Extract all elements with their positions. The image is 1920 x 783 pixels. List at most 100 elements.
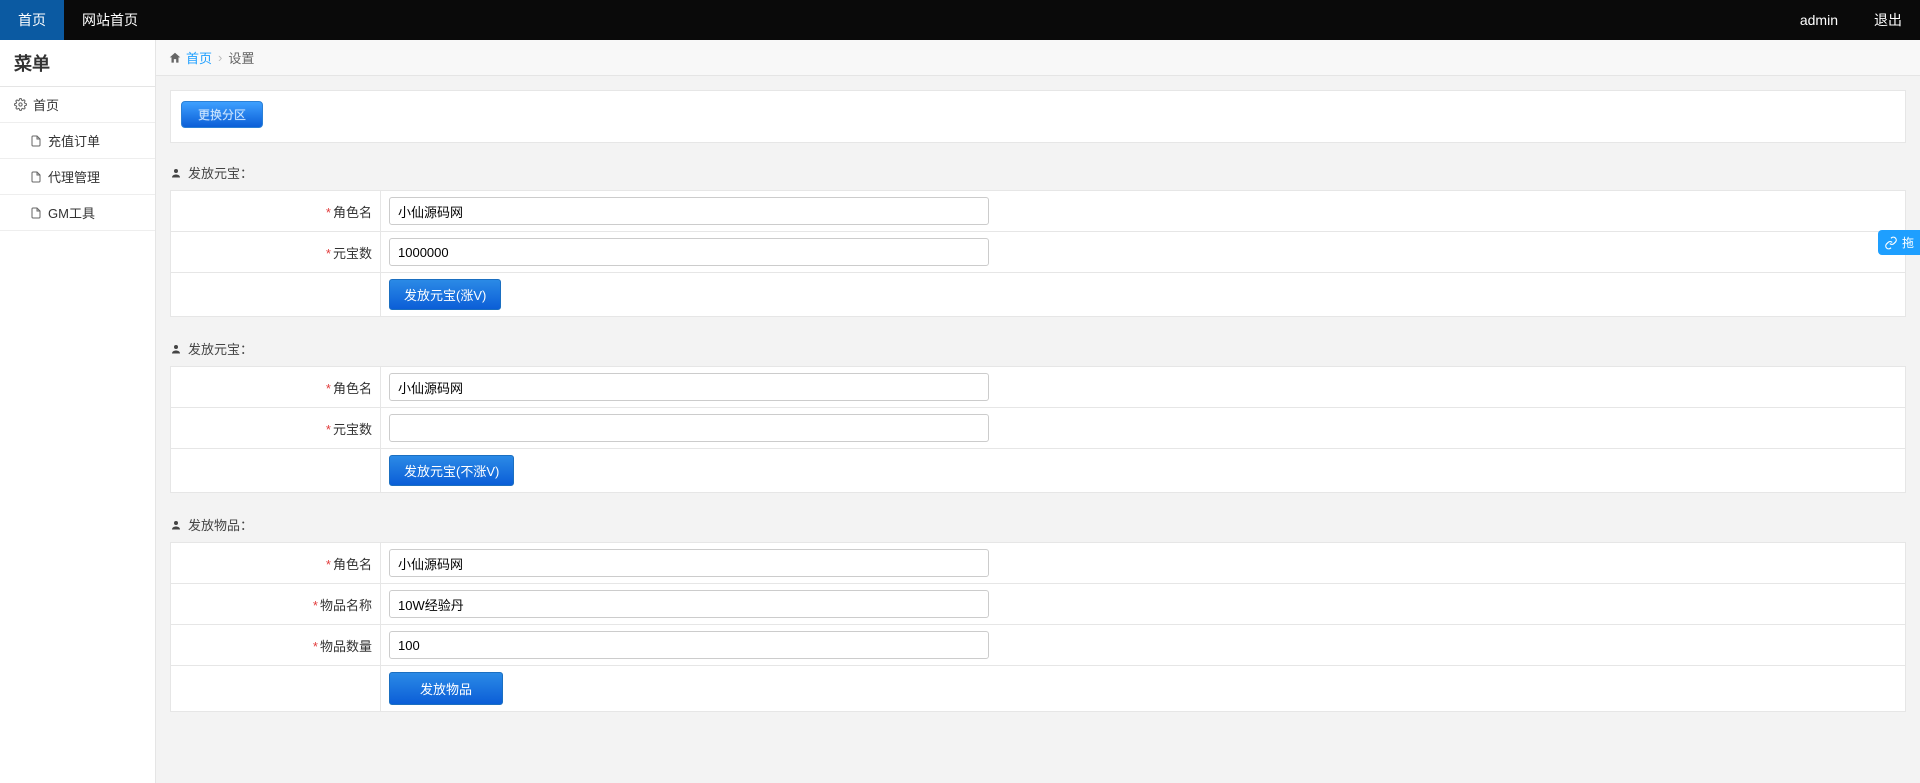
spacer-row (170, 317, 1906, 335)
section1-submit-cell: 发放元宝(涨V) (381, 273, 1906, 317)
sidebar-item-label: 首页 (33, 95, 59, 114)
content: 更换分区 发放元宝： *角色名 *元宝数 (156, 76, 1920, 726)
section2-title: 发放元宝： (188, 339, 253, 358)
table-row: 发放元宝(涨V) (171, 273, 1906, 317)
section3-itemname-label: 物品名称 (320, 598, 372, 613)
table-row: *物品数量 (171, 625, 1906, 666)
doc-icon (30, 135, 42, 147)
change-zone-button[interactable]: 更换分区 (181, 101, 263, 128)
section1-amount-label-cell: *元宝数 (171, 232, 381, 273)
doc-icon (30, 171, 42, 183)
nav-logout[interactable]: 退出 (1856, 0, 1920, 40)
section2-empty-label (171, 449, 381, 493)
section1-role-label-cell: *角色名 (171, 191, 381, 232)
section1-amount-ctl (381, 232, 1906, 273)
section3-itemcount-ctl (381, 625, 1906, 666)
nav-user-label: admin (1800, 12, 1838, 28)
required-marker: * (326, 205, 331, 220)
home-icon (168, 51, 182, 65)
table-row: *角色名 (171, 367, 1906, 408)
breadcrumb-current: 设置 (228, 48, 254, 67)
person-icon (170, 167, 182, 179)
table-row: *元宝数 (171, 232, 1906, 273)
section2-amount-label-cell: *元宝数 (171, 408, 381, 449)
section3-title: 发放物品： (188, 515, 253, 534)
section1-role-label: 角色名 (333, 205, 372, 220)
section2-amount-input[interactable] (389, 414, 989, 442)
table-row: 发放物品 (171, 666, 1906, 712)
section3-role-ctl (381, 543, 1906, 584)
section3-empty-label (171, 666, 381, 712)
table-row: *物品名称 (171, 584, 1906, 625)
sidebar-item-recharge[interactable]: 充值订单 (0, 123, 155, 159)
section3-itemname-input[interactable] (389, 590, 989, 618)
required-marker: * (326, 557, 331, 572)
section1-header: 发放元宝： (170, 163, 1906, 182)
sidebar-title: 菜单 (0, 40, 155, 87)
breadcrumb-sep: › (218, 50, 222, 65)
section2-role-label: 角色名 (333, 381, 372, 396)
spacer-row (170, 493, 1906, 511)
section3-itemcount-input[interactable] (389, 631, 989, 659)
section2-amount-ctl (381, 408, 1906, 449)
section1-empty-label (171, 273, 381, 317)
section3-submit-button[interactable]: 发放物品 (389, 672, 503, 705)
section1-title: 发放元宝： (188, 163, 253, 182)
nav-home-label: 首页 (18, 10, 46, 30)
section2-role-input[interactable] (389, 373, 989, 401)
breadcrumb-home-link[interactable]: 首页 (186, 48, 212, 67)
section3-role-label-cell: *角色名 (171, 543, 381, 584)
nav-spacer (156, 0, 1782, 40)
section3-role-input[interactable] (389, 549, 989, 577)
section3-role-label: 角色名 (333, 557, 372, 572)
section1-submit-button[interactable]: 发放元宝(涨V) (389, 279, 501, 310)
sidebar-item-gmtools[interactable]: GM工具 (0, 195, 155, 231)
person-icon (170, 519, 182, 531)
link-icon (1884, 235, 1902, 250)
layout: 菜单 首页 充值订单 代理管理 GM工具 (0, 40, 1920, 783)
gear-icon (14, 98, 27, 111)
section1-role-ctl (381, 191, 1906, 232)
section3-submit-cell: 发放物品 (381, 666, 1906, 712)
section1-amount-label: 元宝数 (333, 246, 372, 261)
sidebar-item-home[interactable]: 首页 (0, 87, 155, 123)
table-row: *角色名 (171, 543, 1906, 584)
table-row: 发放元宝(不涨V) (171, 449, 1906, 493)
sidebar-item-agent[interactable]: 代理管理 (0, 159, 155, 195)
top-nav: 首页 网站首页 admin 退出 (0, 0, 1920, 40)
section2-submit-button[interactable]: 发放元宝(不涨V) (389, 455, 514, 486)
required-marker: * (313, 639, 318, 654)
floating-label: 拖 (1902, 234, 1914, 251)
nav-user[interactable]: admin (1782, 0, 1856, 40)
section1-form: *角色名 *元宝数 发放元宝(涨V) (170, 190, 1906, 317)
person-icon (170, 343, 182, 355)
section2-submit-cell: 发放元宝(不涨V) (381, 449, 1906, 493)
section3-header: 发放物品： (170, 515, 1906, 534)
section3-itemname-label-cell: *物品名称 (171, 584, 381, 625)
section2-role-label-cell: *角色名 (171, 367, 381, 408)
section1-amount-input[interactable] (389, 238, 989, 266)
section2-amount-label: 元宝数 (333, 422, 372, 437)
section2-header: 发放元宝： (170, 339, 1906, 358)
required-marker: * (326, 422, 331, 437)
nav-logout-label: 退出 (1874, 10, 1902, 30)
nav-home[interactable]: 首页 (0, 0, 64, 40)
table-row: *角色名 (171, 191, 1906, 232)
floating-drag-tag[interactable]: 拖 (1878, 230, 1920, 255)
section3-itemcount-label: 物品数量 (320, 639, 372, 654)
content-wrap: 首页 › 设置 更换分区 发放元宝： *角色名 (156, 40, 1920, 783)
nav-site-home[interactable]: 网站首页 (64, 0, 156, 40)
section1-role-input[interactable] (389, 197, 989, 225)
section3-itemcount-label-cell: *物品数量 (171, 625, 381, 666)
required-marker: * (313, 598, 318, 613)
doc-icon (30, 207, 42, 219)
breadcrumb: 首页 › 设置 (156, 40, 1920, 76)
required-marker: * (326, 381, 331, 396)
required-marker: * (326, 246, 331, 261)
sidebar-item-label: 充值订单 (48, 131, 100, 150)
section2-form: *角色名 *元宝数 发放元宝(不涨V) (170, 366, 1906, 493)
table-row: *元宝数 (171, 408, 1906, 449)
sidebar: 菜单 首页 充值订单 代理管理 GM工具 (0, 40, 156, 783)
sidebar-item-label: GM工具 (48, 203, 95, 222)
section3-itemname-ctl (381, 584, 1906, 625)
